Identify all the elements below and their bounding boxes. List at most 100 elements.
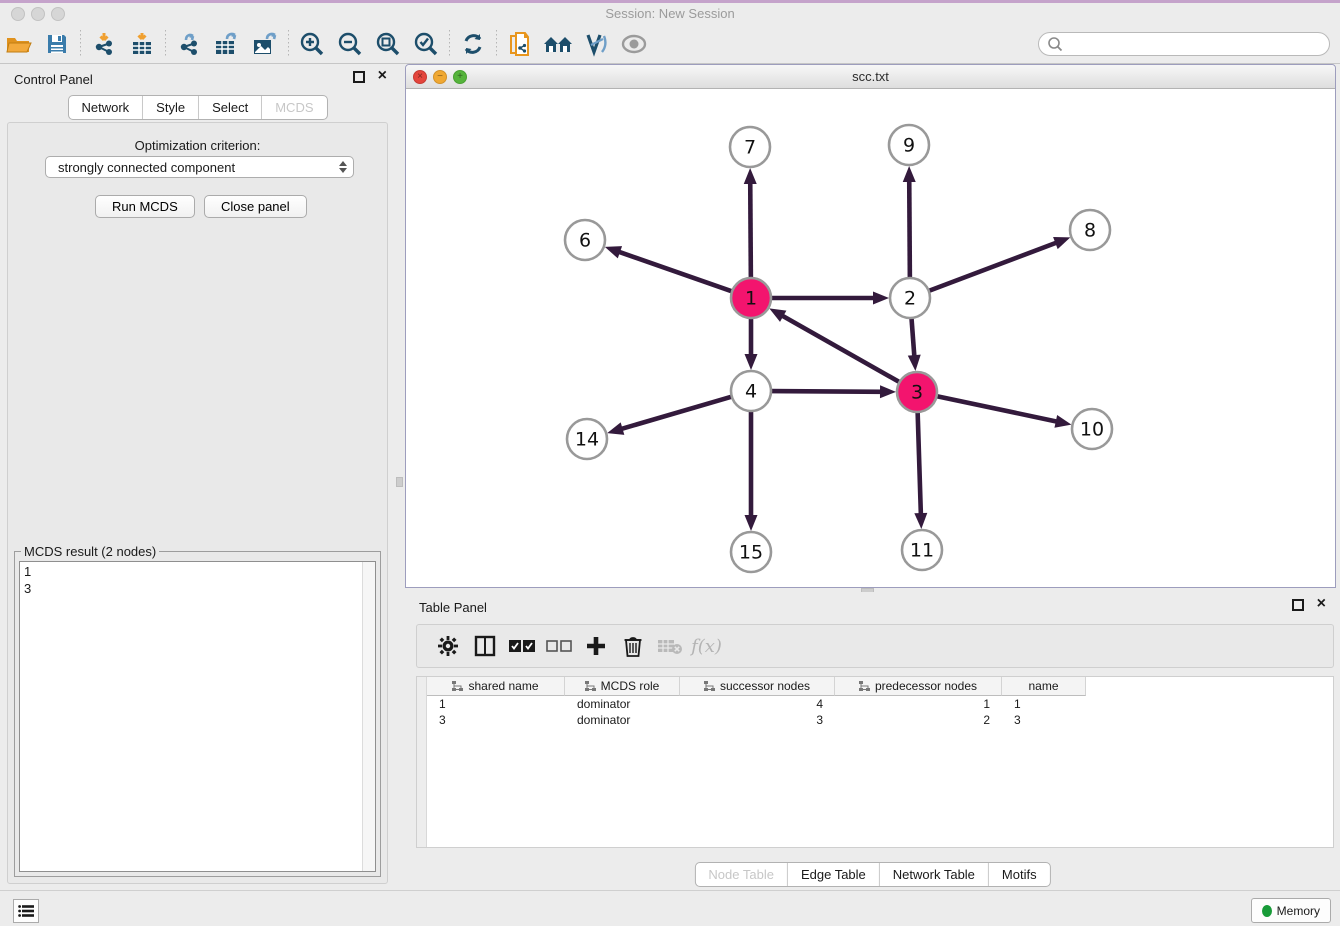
edge-3-11[interactable] <box>918 410 921 516</box>
column-header-label: predecessor nodes <box>875 679 977 693</box>
edge-1-6[interactable] <box>617 251 734 292</box>
deselect-all-button[interactable] <box>540 628 577 664</box>
export-image-button[interactable] <box>246 27 284 61</box>
edge-1-7[interactable] <box>750 181 751 280</box>
hide-panel-button[interactable] <box>615 27 653 61</box>
edge-arrowhead <box>607 422 624 434</box>
search-input[interactable] <box>1066 34 1329 54</box>
refresh-icon <box>460 31 486 57</box>
mcds-result-list[interactable]: 13 <box>19 561 376 872</box>
zoom-window-button[interactable] <box>51 7 65 21</box>
zoom-in-button[interactable] <box>293 27 331 61</box>
network-window-titlebar[interactable]: × − + scc.txt <box>406 65 1335 89</box>
import-table-button[interactable] <box>123 27 161 61</box>
save-session-button[interactable] <box>38 27 76 61</box>
network-canvas[interactable]: 1234678910111415 <box>406 89 1335 587</box>
task-history-button[interactable] <box>13 899 39 923</box>
criterion-select[interactable]: strongly connected component <box>45 156 354 178</box>
column-type-icon <box>859 681 870 691</box>
close-window-button[interactable] <box>11 7 25 21</box>
toolbar-separator <box>449 30 450 58</box>
edge-4-3[interactable] <box>769 391 883 392</box>
table-row[interactable]: 1dominator411 <box>427 696 1086 712</box>
column-header-successor-nodes[interactable]: successor nodes <box>680 677 835 696</box>
edge-2-8[interactable] <box>927 242 1058 292</box>
open-file-button[interactable] <box>0 27 38 61</box>
select-all-button[interactable] <box>503 628 540 664</box>
column-header-shared-name[interactable]: shared name <box>427 677 565 696</box>
import-network-icon <box>91 31 117 57</box>
minimize-network-button[interactable]: − <box>433 70 447 84</box>
close-network-button[interactable]: × <box>413 70 427 84</box>
node-table[interactable]: shared name MCDS role successor nodes prede… <box>416 676 1334 848</box>
table-settings-button[interactable] <box>429 628 466 664</box>
result-scrollbar[interactable] <box>362 562 375 871</box>
maximize-network-button[interactable]: + <box>453 70 467 84</box>
run-mcds-button[interactable]: Run MCDS <box>95 195 195 218</box>
float-panel-icon[interactable] <box>353 71 365 83</box>
export-table-button[interactable] <box>208 27 246 61</box>
memory-label: Memory <box>1277 904 1320 918</box>
tab-node-table[interactable]: Node Table <box>695 863 788 886</box>
mcds-result-title: MCDS result (2 nodes) <box>21 544 159 559</box>
minimize-window-button[interactable] <box>31 7 45 21</box>
tab-select[interactable]: Select <box>199 96 262 119</box>
column-header-name[interactable]: name <box>1002 677 1086 696</box>
toolbar-separator <box>496 30 497 58</box>
vertical-splitter[interactable] <box>395 64 405 890</box>
column-header-predecessor-nodes[interactable]: predecessor nodes <box>835 677 1002 696</box>
column-header-label: MCDS role <box>601 679 660 693</box>
network-graph[interactable]: 1234678910111415 <box>406 89 1335 587</box>
eye-icon <box>620 33 648 55</box>
search-icon <box>1046 35 1064 53</box>
import-network-button[interactable] <box>85 27 123 61</box>
mcds-panel: Optimization criterion: strongly connect… <box>7 122 388 884</box>
float-table-panel-icon[interactable] <box>1292 599 1304 611</box>
close-panel-icon[interactable]: × <box>378 68 387 84</box>
node-label: 10 <box>1080 419 1104 441</box>
table-cell: 1 <box>1002 696 1086 712</box>
vizmapper-button[interactable] <box>577 27 615 61</box>
splitter-grip[interactable] <box>396 477 403 487</box>
close-table-panel-icon[interactable]: × <box>1317 596 1326 612</box>
edge-2-3[interactable] <box>911 316 914 358</box>
table-cell: dominator <box>565 712 680 728</box>
column-header-label: shared name <box>468 679 538 693</box>
table-rows: 1dominator4113dominator323 <box>427 696 1086 728</box>
edge-2-9[interactable] <box>909 179 910 280</box>
home-button[interactable] <box>539 27 577 61</box>
table-row[interactable]: 3dominator323 <box>427 712 1086 728</box>
show-columns-button[interactable] <box>466 628 503 664</box>
edge-3-1[interactable] <box>781 315 902 383</box>
control-panel-tabs: NetworkStyleSelectMCDS <box>67 95 327 120</box>
delete-table-button[interactable] <box>651 628 688 664</box>
edge-4-14[interactable] <box>620 396 734 429</box>
new-session-from-selection-button[interactable] <box>501 27 539 61</box>
edge-arrowhead <box>873 292 889 305</box>
export-table-icon <box>213 31 241 57</box>
tab-edge-table[interactable]: Edge Table <box>788 863 880 886</box>
edge-3-10[interactable] <box>935 396 1059 422</box>
add-column-button[interactable] <box>577 628 614 664</box>
tab-network-table[interactable]: Network Table <box>880 863 989 886</box>
zoom-out-button[interactable] <box>331 27 369 61</box>
refresh-button[interactable] <box>454 27 492 61</box>
tab-style[interactable]: Style <box>143 96 199 119</box>
memory-button[interactable]: Memory <box>1251 898 1331 923</box>
column-header-MCDS-role[interactable]: MCDS role <box>565 677 680 696</box>
tab-network[interactable]: Network <box>68 96 143 119</box>
titlebar: Session: New Session <box>0 3 1340 25</box>
search-box[interactable] <box>1038 32 1330 56</box>
column-header-label: successor nodes <box>720 679 810 693</box>
zoom-fit-button[interactable] <box>369 27 407 61</box>
zoom-in-icon <box>299 31 325 57</box>
function-builder-button[interactable]: f(x) <box>688 628 725 664</box>
table-toolbar: f(x) <box>416 624 1334 668</box>
tab-mcds[interactable]: MCDS <box>262 96 326 119</box>
close-panel-button[interactable]: Close panel <box>204 195 307 218</box>
tab-motifs[interactable]: Motifs <box>989 863 1050 886</box>
delete-column-button[interactable] <box>614 628 651 664</box>
export-network-button[interactable] <box>170 27 208 61</box>
table-cell: dominator <box>565 696 680 712</box>
zoom-selected-button[interactable] <box>407 27 445 61</box>
